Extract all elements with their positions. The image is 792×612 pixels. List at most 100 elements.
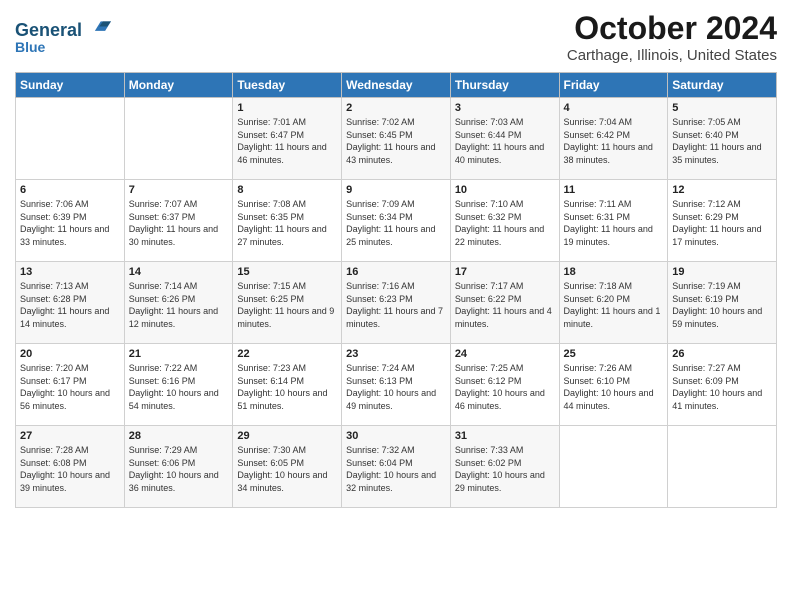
title-block: October 2024 Carthage, Illinois, United … [567, 10, 777, 64]
calendar-cell: 30Sunrise: 7:32 AMSunset: 6:04 PMDayligh… [342, 426, 451, 508]
day-number: 10 [455, 184, 555, 196]
calendar-cell: 11 Sunrise: 7:11 AMSunset: 6:31 PMDayligh… [559, 180, 668, 262]
day-info: Sunrise: 7:33 AMSunset: 6:02 PMDaylight:… [455, 444, 555, 494]
calendar-cell: 5 Sunrise: 7:05 AMSunset: 6:40 PMDaylight… [668, 98, 777, 180]
day-info: Sunrise: 7:28 AMSunset: 6:08 PMDaylight:… [20, 444, 120, 494]
calendar-cell: 10Sunrise: 7:10 AMSunset: 6:32 PMDayligh… [450, 180, 559, 262]
calendar-cell [124, 98, 233, 180]
day-number: 13 [20, 266, 120, 278]
day-number: 17 [455, 266, 555, 278]
calendar-cell: 29 Sunrise: 7:30 AMSunset: 6:05 PMDayligh… [233, 426, 342, 508]
day-info: Sunrise: 7:25 AMSunset: 6:12 PMDaylight:… [455, 362, 555, 412]
day-info: Sunrise: 7:12 AMSunset: 6:29 PMDaylight:… [672, 198, 772, 248]
calendar-cell [559, 426, 668, 508]
page-header: General Blue October 2024 Carthage, Illi… [15, 10, 777, 64]
day-header-friday: Friday [559, 73, 668, 98]
day-info: Sunrise: 7:15 AMSunset: 6:25 PMDaylight:… [237, 280, 337, 330]
calendar-cell: 6 Sunrise: 7:06 AMSunset: 6:39 PMDaylight… [16, 180, 125, 262]
day-number: 19 [672, 266, 772, 278]
day-number: 11 [564, 184, 664, 196]
calendar-cell [16, 98, 125, 180]
calendar-cell: 28Sunrise: 7:29 AMSunset: 6:06 PMDayligh… [124, 426, 233, 508]
calendar-cell: 7Sunrise: 7:07 AMSunset: 6:37 PMDaylight… [124, 180, 233, 262]
calendar-page: General Blue October 2024 Carthage, Illi… [0, 0, 792, 612]
calendar-cell: 26 Sunrise: 7:27 AMSunset: 6:09 PMDayligh… [668, 344, 777, 426]
day-info: Sunrise: 7:32 AMSunset: 6:04 PMDaylight:… [346, 444, 446, 494]
day-number: 8 [237, 184, 337, 196]
day-header-sunday: Sunday [16, 73, 125, 98]
day-info: Sunrise: 7:30 AMSunset: 6:05 PMDaylight:… [237, 444, 337, 494]
day-info: Sunrise: 7:26 AMSunset: 6:10 PMDaylight:… [564, 362, 664, 412]
calendar-cell: 25 Sunrise: 7:26 AMSunset: 6:10 PMDayligh… [559, 344, 668, 426]
day-header-monday: Monday [124, 73, 233, 98]
calendar-cell: 23Sunrise: 7:24 AMSunset: 6:13 PMDayligh… [342, 344, 451, 426]
calendar-cell: 20 Sunrise: 7:20 AMSunset: 6:17 PMDayligh… [16, 344, 125, 426]
day-info: Sunrise: 7:27 AMSunset: 6:09 PMDaylight:… [672, 362, 772, 412]
day-info: Sunrise: 7:17 AMSunset: 6:22 PMDaylight:… [455, 280, 555, 330]
day-info: Sunrise: 7:19 AMSunset: 6:19 PMDaylight:… [672, 280, 772, 330]
day-info: Sunrise: 7:11 AMSunset: 6:31 PMDaylight:… [564, 198, 664, 248]
calendar-cell: 1 Sunrise: 7:01 AMSunset: 6:47 PMDaylight… [233, 98, 342, 180]
day-info: Sunrise: 7:16 AMSunset: 6:23 PMDaylight:… [346, 280, 446, 330]
day-number: 22 [237, 348, 337, 360]
day-number: 3 [455, 102, 555, 114]
calendar-cell: 14Sunrise: 7:14 AMSunset: 6:26 PMDayligh… [124, 262, 233, 344]
day-number: 4 [564, 102, 664, 114]
day-number: 2 [346, 102, 446, 114]
day-info: Sunrise: 7:07 AMSunset: 6:37 PMDaylight:… [129, 198, 229, 248]
day-info: Sunrise: 7:18 AMSunset: 6:20 PMDaylight:… [564, 280, 664, 330]
calendar-cell: 9 Sunrise: 7:09 AMSunset: 6:34 PMDaylight… [342, 180, 451, 262]
day-info: Sunrise: 7:13 AMSunset: 6:28 PMDaylight:… [20, 280, 120, 330]
day-number: 9 [346, 184, 446, 196]
calendar-week-1: 1 Sunrise: 7:01 AMSunset: 6:47 PMDaylight… [16, 98, 777, 180]
day-info: Sunrise: 7:05 AMSunset: 6:40 PMDaylight:… [672, 116, 772, 166]
day-number: 20 [20, 348, 120, 360]
day-info: Sunrise: 7:20 AMSunset: 6:17 PMDaylight:… [20, 362, 120, 412]
calendar-week-5: 27 Sunrise: 7:28 AMSunset: 6:08 PMDayligh… [16, 426, 777, 508]
logo-icon [89, 14, 111, 36]
calendar-cell: 22Sunrise: 7:23 AMSunset: 6:14 PMDayligh… [233, 344, 342, 426]
calendar-table: SundayMondayTuesdayWednesdayThursdayFrid… [15, 72, 777, 508]
calendar-cell: 3Sunrise: 7:03 AMSunset: 6:44 PMDaylight… [450, 98, 559, 180]
calendar-cell: 21 Sunrise: 7:22 AMSunset: 6:16 PMDayligh… [124, 344, 233, 426]
day-number: 5 [672, 102, 772, 114]
calendar-cell: 31 Sunrise: 7:33 AMSunset: 6:02 PMDayligh… [450, 426, 559, 508]
calendar-cell: 2Sunrise: 7:02 AMSunset: 6:45 PMDaylight… [342, 98, 451, 180]
logo: General Blue [15, 14, 111, 55]
calendar-cell: 27 Sunrise: 7:28 AMSunset: 6:08 PMDayligh… [16, 426, 125, 508]
day-info: Sunrise: 7:22 AMSunset: 6:16 PMDaylight:… [129, 362, 229, 412]
calendar-cell: 15Sunrise: 7:15 AMSunset: 6:25 PMDayligh… [233, 262, 342, 344]
day-header-thursday: Thursday [450, 73, 559, 98]
day-number: 18 [564, 266, 664, 278]
logo-text: General [15, 14, 111, 41]
day-number: 31 [455, 430, 555, 442]
logo-blue: Blue [15, 39, 111, 55]
day-number: 27 [20, 430, 120, 442]
day-number: 24 [455, 348, 555, 360]
day-header-saturday: Saturday [668, 73, 777, 98]
day-info: Sunrise: 7:09 AMSunset: 6:34 PMDaylight:… [346, 198, 446, 248]
calendar-cell [668, 426, 777, 508]
day-number: 12 [672, 184, 772, 196]
calendar-header-row: SundayMondayTuesdayWednesdayThursdayFrid… [16, 73, 777, 98]
day-info: Sunrise: 7:06 AMSunset: 6:39 PMDaylight:… [20, 198, 120, 248]
day-number: 1 [237, 102, 337, 114]
calendar-subtitle: Carthage, Illinois, United States [567, 47, 777, 64]
day-number: 26 [672, 348, 772, 360]
day-info: Sunrise: 7:24 AMSunset: 6:13 PMDaylight:… [346, 362, 446, 412]
calendar-cell: 18 Sunrise: 7:18 AMSunset: 6:20 PMDayligh… [559, 262, 668, 344]
day-number: 29 [237, 430, 337, 442]
calendar-cell: 4Sunrise: 7:04 AMSunset: 6:42 PMDaylight… [559, 98, 668, 180]
day-info: Sunrise: 7:01 AMSunset: 6:47 PMDaylight:… [237, 116, 337, 166]
day-number: 6 [20, 184, 120, 196]
day-header-tuesday: Tuesday [233, 73, 342, 98]
calendar-week-2: 6 Sunrise: 7:06 AMSunset: 6:39 PMDaylight… [16, 180, 777, 262]
calendar-cell: 17 Sunrise: 7:17 AMSunset: 6:22 PMDayligh… [450, 262, 559, 344]
day-number: 25 [564, 348, 664, 360]
calendar-cell: 24 Sunrise: 7:25 AMSunset: 6:12 PMDayligh… [450, 344, 559, 426]
calendar-cell: 13 Sunrise: 7:13 AMSunset: 6:28 PMDayligh… [16, 262, 125, 344]
day-number: 14 [129, 266, 229, 278]
day-number: 16 [346, 266, 446, 278]
day-number: 21 [129, 348, 229, 360]
day-header-wednesday: Wednesday [342, 73, 451, 98]
